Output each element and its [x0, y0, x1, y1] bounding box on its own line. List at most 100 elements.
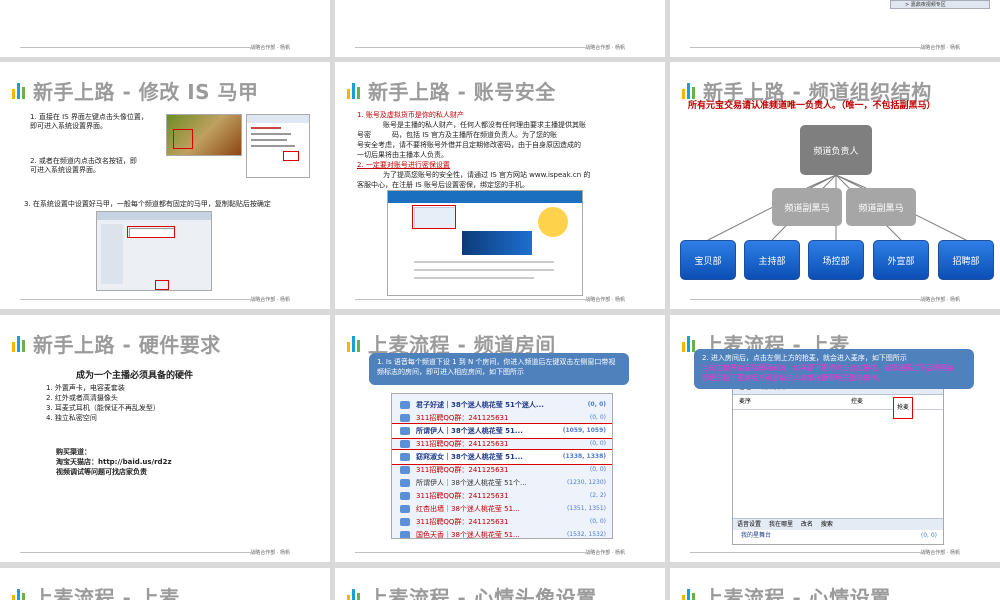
room-row[interactable]: 窈窕淑女｜38个迷人桃花莹 51... (1338, 1338) [392, 449, 612, 465]
section-1-heading: 1. 账号及虚拟货币是你的私人财产 [357, 111, 464, 119]
menu-snippet: > 嘉鼎夜视频专区 [890, 0, 990, 9]
room-name: 所谓伊人｜38个迷人桃花莹 51个... [416, 479, 527, 487]
instruction-line: 2. 进入房间后，点击左侧上方的抢麦，就会进入麦序，如下图所示 [702, 354, 907, 362]
hardware-item: 3. 耳麦式耳机（能保证不再乱发型） [46, 404, 160, 412]
room-video-icon [400, 401, 410, 409]
purchase-link[interactable]: 淘宝天猫店：http://baid.us/rd2z [56, 457, 172, 467]
purchase-note: 视频调试等问题可找店家负责 [56, 468, 147, 476]
tab-search[interactable]: 搜索 [821, 521, 833, 528]
slide-title: 上麦流程 - 心情设置 [703, 586, 891, 600]
slide-account-security[interactable]: 新手上路 - 账号安全 1. 账号及虚拟货币是你的私人财产 账号是主播的私人财产… [335, 62, 665, 309]
room-row[interactable]: 311招聘QQ群：241125631 (0, 0) [392, 515, 612, 529]
paragraph-line: 号密 码，包括 IS 官方及主播所在频道负责人。为了您的账 [357, 131, 557, 139]
slide-header: 新手上路 - 账号安全 [347, 76, 556, 105]
logo-bars-icon [12, 588, 25, 600]
grab-mic-button[interactable]: 抢麦 [893, 397, 914, 419]
room-name: 311招聘QQ群：241125631 [416, 466, 509, 474]
org-node-deputy: 频道副黑马 [846, 188, 916, 226]
divider [690, 552, 920, 553]
logo-bars-icon [347, 82, 360, 99]
instruction-box: 1. Is 语音每个频道下设 1 到 N 个房间，你进入频道后左键双击左侧窗口带… [369, 353, 629, 385]
slide-top-middle[interactable]: 战略合作部 · 杨帆 [335, 0, 665, 57]
room-list-screenshot: 君子好逑｜38个迷人桃花莹 51个迷人... (0, 0) 311招聘QQ群：241… [391, 393, 613, 539]
paragraph-line: 为了提高您账号的安全性，请通过 IS 官方网站 www.ispeak.cn 的 [383, 171, 591, 179]
room-count: (0, 0) [589, 414, 606, 421]
hardware-item: 2. 红外或者高清摄像头 [46, 394, 118, 402]
slide-footer: 战略合作部 · 杨帆 [250, 297, 290, 303]
instruction-line: 管理员拉下麦序后方可重新进入或者根据管理员指令操作。 [702, 374, 884, 382]
org-node-recruit-dept: 招聘部 [938, 240, 994, 280]
slide-title: 上麦流程 - 心情头像设置 [368, 586, 597, 600]
instruction-box: 2. 进入房间后，点击左侧上方的抢麦，就会进入麦序，如下图所示 当前主播开始麦后… [694, 349, 974, 389]
room-video-icon [400, 440, 410, 448]
step-2-cont: 可进入系统设置界面。 [30, 166, 100, 174]
room-count: (1338, 1338) [562, 453, 606, 460]
room-count: (2, 2) [589, 492, 606, 499]
slide-bottom-left[interactable]: 上麦流程 - 上麦 [0, 568, 330, 600]
room-count: (0, 0) [920, 532, 937, 539]
tab-voice-settings[interactable]: 语音设置 [737, 521, 761, 528]
room-video-icon [400, 479, 410, 487]
room-name: 311招聘QQ群：241125631 [416, 440, 509, 448]
slide-channel-rooms[interactable]: 上麦流程 - 频道房间 1. Is 语音每个频道下设 1 到 N 个房间，你进入… [335, 315, 665, 562]
divider [20, 299, 250, 300]
room-row[interactable]: 所谓伊人｜38个迷人桃花莹 51... (1059, 1059) [392, 423, 612, 439]
divider [355, 299, 585, 300]
room-row[interactable]: 311招聘QQ群：241125631 (0, 0) [392, 437, 612, 451]
slide-top-left[interactable]: 战略合作部 · 杨帆 [0, 0, 330, 57]
room-row[interactable]: 所谓伊人｜38个迷人桃花莹 51个... (1230, 1230) [392, 476, 612, 490]
room-row[interactable]: 国色天香｜38个迷人桃花莹 51... (1532, 1532) [392, 528, 612, 539]
slide-bottom-middle[interactable]: 上麦流程 - 心情头像设置 [335, 568, 665, 600]
slide-hardware[interactable]: 新手上路 - 硬件要求 成为一个主播必须具备的硬件 1. 外置声卡，电容麦套装 … [0, 315, 330, 562]
logo-bars-icon [682, 335, 695, 352]
logo-bars-icon [12, 82, 25, 99]
room-row[interactable]: 红杏出墙｜38个迷人桃花莹 51... (1351, 1351) [392, 502, 612, 516]
divider [690, 47, 920, 48]
room-video-icon [400, 492, 410, 500]
paragraph-line: 号安全考虑，请不要将账号外借并且定期修改密码，由于自身原因造成的 [357, 141, 581, 149]
paragraph-line: 客服中心，在注册 IS 账号后设置密保，绑定您的手机。 [357, 181, 529, 189]
mic-queue-screenshot: 管理 视频模式 ▾ 麦序 控麦 抢麦 语音设置 我在哪里 改名 搜索 我的星舞台… [732, 381, 944, 545]
slide-header: 新手上路 - 硬件要求 [12, 329, 221, 358]
slide-top-right[interactable]: > 嘉鼎夜视频专区 战略合作部 · 杨帆 [670, 0, 1000, 57]
org-node-host-dept: 主持部 [744, 240, 800, 280]
slide-mic-queue[interactable]: 上麦流程 - 上麦 管理 视频模式 ▾ 麦序 控麦 抢麦 语音设置 我在哪里 改… [670, 315, 1000, 562]
control-mic-button[interactable]: 控麦 [851, 395, 863, 409]
slide-bottom-right[interactable]: 上麦流程 - 心情设置 [670, 568, 1000, 600]
room-count: (1351, 1351) [566, 505, 606, 512]
room-name: 311招聘QQ群：241125631 [416, 492, 509, 500]
website-screenshot [387, 190, 583, 296]
slide-footer: 战略合作部 · 杨帆 [250, 45, 290, 51]
room-row[interactable]: 君子好逑｜38个迷人桃花莹 51个迷人... (0, 0) [392, 398, 612, 412]
avatar-screenshot [166, 114, 242, 156]
room-count: (0, 0) [589, 466, 606, 473]
room-count: (0, 0) [587, 401, 606, 408]
room-name: 311招聘QQ群：241125631 [416, 518, 509, 526]
logo-bars-icon [682, 588, 695, 600]
divider [355, 47, 585, 48]
tab-rename[interactable]: 改名 [801, 521, 813, 528]
slide-rename[interactable]: 新手上路 - 修改 IS 马甲 1. 直接在 IS 界面左键点击头像位置， 即可… [0, 62, 330, 309]
room-name: 国色天香｜38个迷人桃花莹 51... [416, 531, 520, 539]
room-video-icon [400, 453, 410, 461]
divider [20, 552, 250, 553]
room-count: (1532, 1532) [566, 531, 606, 538]
room-video-icon [400, 531, 410, 538]
room-row[interactable]: 311招聘QQ群：241125631 (0, 0) [392, 411, 612, 425]
room-row[interactable]: 311招聘QQ群：241125631 (0, 0) [392, 463, 612, 477]
org-node-control-dept: 场控部 [808, 240, 864, 280]
room-video-icon [400, 518, 410, 526]
logo-bars-icon [347, 588, 360, 600]
my-stage-room[interactable]: 我的星舞台 [741, 532, 771, 539]
channel-panel-screenshot [246, 114, 310, 178]
hardware-item: 4. 独立私密空间 [46, 414, 97, 422]
org-node-baby-dept: 宝贝部 [680, 240, 736, 280]
tab-where-am-i[interactable]: 我在哪里 [769, 521, 793, 528]
slide-footer: 战略合作部 · 杨帆 [585, 550, 625, 556]
slide-header: 上麦流程 - 心情头像设置 [347, 582, 597, 600]
slide-header: 上麦流程 - 心情设置 [682, 582, 891, 600]
org-node-channel-owner: 频道负责人 [800, 125, 872, 175]
room-row[interactable]: 311招聘QQ群：241125631 (2, 2) [392, 489, 612, 503]
hardware-item: 1. 外置声卡，电容麦套装 [46, 384, 125, 392]
slide-org-structure[interactable]: 新手上路 - 频道组织结构 所有元宝交易请认准频道唯一负责人。（唯一，不包括副黑… [670, 62, 1000, 309]
